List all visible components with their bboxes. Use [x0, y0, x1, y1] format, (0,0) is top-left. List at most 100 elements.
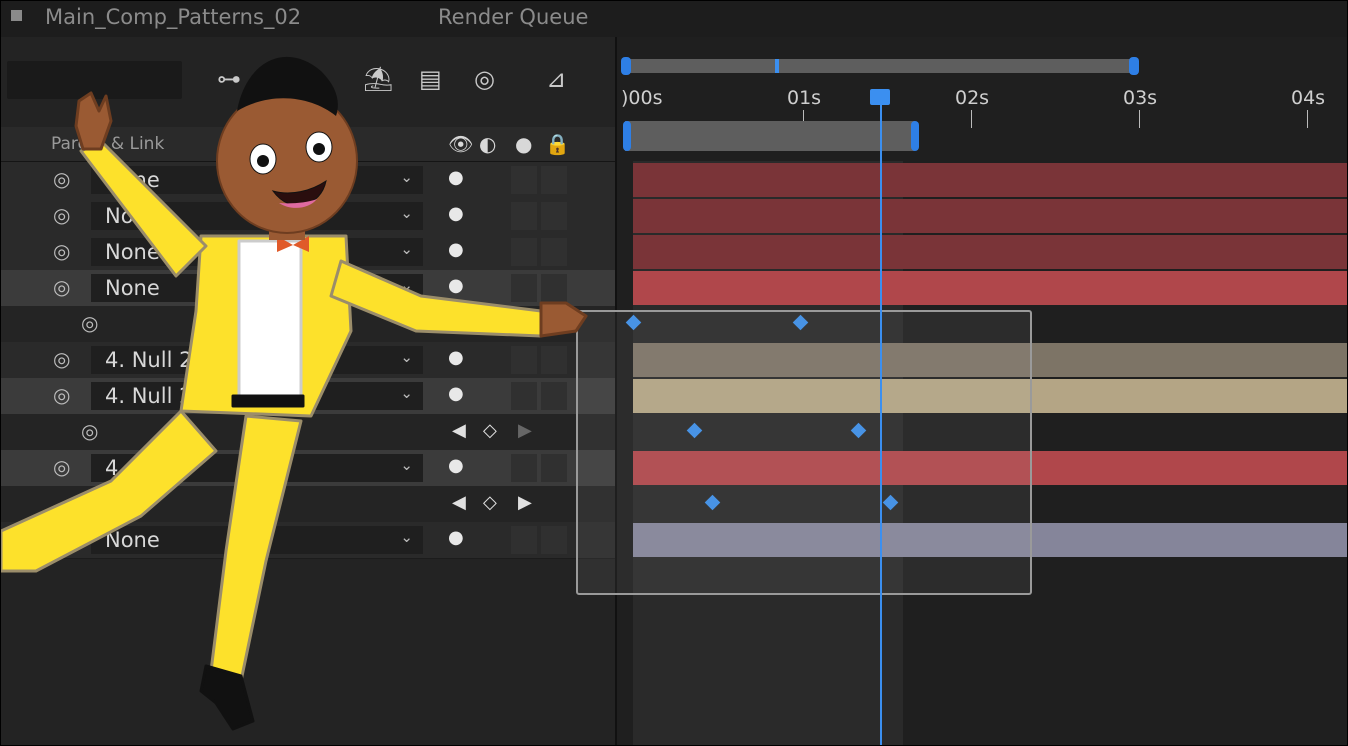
- eye-icon[interactable]: ●: [448, 239, 464, 260]
- layer-bar[interactable]: [633, 163, 1347, 197]
- layer-bar[interactable]: [633, 199, 1347, 233]
- switch-cell[interactable]: [541, 166, 567, 194]
- spiral-icon[interactable]: ◎: [53, 383, 70, 407]
- parent-dropdown[interactable]: 4. Null 2 ⌄: [91, 382, 423, 410]
- playhead-handle[interactable]: [870, 89, 890, 105]
- parent-dropdown[interactable]: None ⌄: [91, 274, 423, 302]
- chevron-down-icon: ⌄: [400, 240, 413, 258]
- chevron-down-icon: ⌄: [400, 456, 413, 474]
- layer-bar[interactable]: [633, 235, 1347, 269]
- timeline-toolbar: ⊶ ⛱ ▤ ◎ ⊿: [1, 37, 615, 127]
- speaker-icon: ◐: [479, 132, 497, 156]
- switch-cell[interactable]: [541, 382, 567, 410]
- add-keyframe-icon[interactable]: ◇: [483, 492, 497, 513]
- eye-icon[interactable]: ●: [448, 275, 464, 296]
- playhead-line[interactable]: [880, 92, 882, 745]
- solo-dot-icon: ●: [515, 132, 533, 156]
- parent-dropdown[interactable]: None ⌄: [91, 526, 423, 554]
- ruler-label: 03s: [1123, 87, 1158, 109]
- layer-row[interactable]: ◎ None ⌄ ●: [1, 198, 615, 235]
- time-navigator[interactable]: [621, 57, 1139, 75]
- add-keyframe-icon[interactable]: ◇: [483, 420, 497, 441]
- chevron-down-icon: ⌄: [400, 276, 413, 294]
- chevron-down-icon: ⌄: [400, 384, 413, 402]
- switch-cell[interactable]: [511, 166, 537, 194]
- column-parent-link[interactable]: Parent & Link: [51, 134, 164, 154]
- navigator-start-handle[interactable]: [621, 57, 631, 75]
- spiral-icon[interactable]: ◎: [53, 347, 70, 371]
- tab-comp[interactable]: Main_Comp_Patterns_02: [45, 5, 301, 29]
- layer-row[interactable]: ◎ 4. Null 2 ⌄ ●: [1, 378, 615, 415]
- ruler-tick: [1139, 110, 1140, 128]
- work-area-start-handle[interactable]: [623, 121, 631, 151]
- layer-row[interactable]: ◎ None ⌄ ●: [1, 270, 615, 307]
- prev-keyframe-icon[interactable]: ◀: [452, 420, 466, 441]
- switch-cell[interactable]: [511, 238, 537, 266]
- parent-dropdown[interactable]: None ⌄: [91, 238, 423, 266]
- spiral-icon[interactable]: ◎: [53, 167, 70, 191]
- lock-icon: 🔒: [545, 132, 570, 156]
- ruler-label: 02s: [955, 87, 990, 109]
- switch-cell[interactable]: [511, 454, 537, 482]
- graph-editor-icon[interactable]: ⊿: [546, 65, 566, 93]
- navigator-end-handle[interactable]: [1129, 57, 1139, 75]
- spiral-icon[interactable]: ◎: [81, 419, 98, 443]
- property-row[interactable]: ◎ ◀ ◇ ▶: [1, 414, 615, 451]
- layer-row[interactable]: ◎ None ⌄ ●: [1, 522, 615, 559]
- chevron-down-icon: ⌄: [400, 348, 413, 366]
- layer-row[interactable]: ◎ 4. Null 2 ⌄ ●: [1, 342, 615, 379]
- eye-icon[interactable]: ●: [448, 455, 464, 476]
- layer-row[interactable]: ◎ None ⌄ ●: [1, 234, 615, 271]
- next-keyframe-icon[interactable]: ▶: [518, 492, 532, 513]
- switch-cell[interactable]: [511, 274, 537, 302]
- switch-cell[interactable]: [541, 202, 567, 230]
- frame-blending-icon[interactable]: ▤: [419, 65, 442, 93]
- switch-cell[interactable]: [511, 526, 537, 554]
- ruler-label: )00s: [621, 87, 663, 109]
- spiral-icon[interactable]: ◎: [81, 491, 98, 515]
- switch-cell[interactable]: [541, 526, 567, 554]
- eye-icon[interactable]: ●: [448, 347, 464, 368]
- spiral-icon[interactable]: ◎: [81, 311, 98, 335]
- chevron-down-icon: ⌄: [400, 204, 413, 222]
- composition-flowchart-icon[interactable]: ⊶: [217, 65, 241, 93]
- spiral-icon[interactable]: ◎: [53, 527, 70, 551]
- switch-cell[interactable]: [541, 454, 567, 482]
- spiral-icon[interactable]: ◎: [53, 455, 70, 479]
- layer-bar[interactable]: [633, 271, 1347, 305]
- switch-cell[interactable]: [511, 202, 537, 230]
- eye-icon[interactable]: ●: [448, 203, 464, 224]
- chevron-down-icon: ⌄: [400, 168, 413, 186]
- work-area-bar[interactable]: [623, 121, 919, 151]
- switch-cell[interactable]: [541, 346, 567, 374]
- ruler-tick: [1307, 110, 1308, 128]
- draft-3d-icon[interactable]: ⛱: [363, 65, 393, 93]
- property-row[interactable]: ◎ ◀ ◇ ▶: [1, 486, 615, 523]
- layer-column-header: Parent & Link 👁 ◐ ● 🔒: [1, 127, 615, 162]
- search-input[interactable]: [7, 61, 182, 99]
- switch-cell[interactable]: [511, 346, 537, 374]
- spiral-icon[interactable]: ◎: [53, 275, 70, 299]
- parent-dropdown[interactable]: 4. Null 2 ⌄: [91, 454, 423, 482]
- parent-dropdown[interactable]: None ⌄: [91, 166, 423, 194]
- switch-cell[interactable]: [511, 382, 537, 410]
- parent-dropdown[interactable]: 4. Null 2 ⌄: [91, 346, 423, 374]
- eye-icon[interactable]: ●: [448, 383, 464, 404]
- property-row[interactable]: ◎: [1, 306, 615, 343]
- spiral-icon[interactable]: ◎: [53, 203, 70, 227]
- motion-blur-icon[interactable]: ◎: [474, 65, 495, 93]
- prev-keyframe-icon[interactable]: ◀: [452, 492, 466, 513]
- work-area-end-handle[interactable]: [911, 121, 919, 151]
- spiral-icon[interactable]: ◎: [53, 239, 70, 263]
- next-keyframe-icon[interactable]: ▶: [518, 420, 532, 441]
- navigator-playhead-marker: [775, 59, 779, 73]
- layer-row[interactable]: ◎ None ⌄ ●: [1, 162, 615, 199]
- eye-icon[interactable]: ●: [448, 167, 464, 188]
- layer-row[interactable]: ◎ 4. Null 2 ⌄ ●: [1, 450, 615, 487]
- tab-render-queue[interactable]: Render Queue: [438, 5, 588, 29]
- switch-cell[interactable]: [541, 238, 567, 266]
- eye-icon[interactable]: ●: [448, 527, 464, 548]
- switch-cell[interactable]: [541, 274, 567, 302]
- eye-icon: 👁: [448, 132, 474, 156]
- parent-dropdown[interactable]: None ⌄: [91, 202, 423, 230]
